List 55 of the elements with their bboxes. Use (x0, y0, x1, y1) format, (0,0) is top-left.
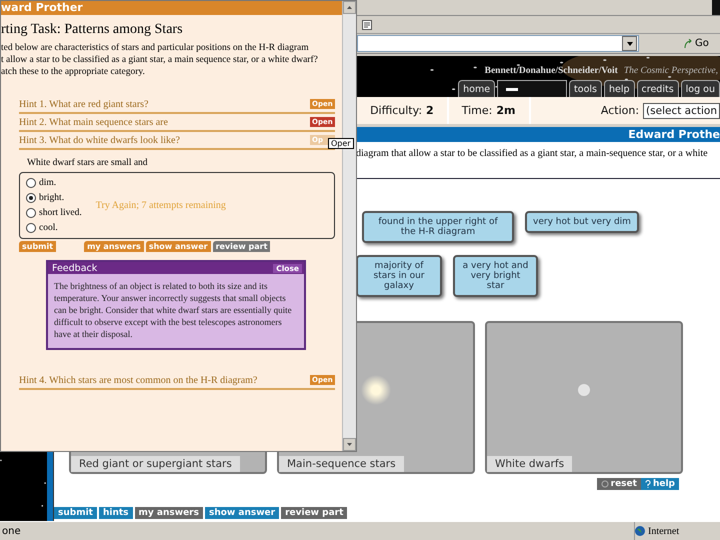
status-text: one (1, 526, 22, 536)
answer-card[interactable]: found in the upper right of the H-R diagram (362, 211, 514, 243)
hint-link[interactable]: Hint 1. What are red giant stars? (19, 98, 148, 110)
intro-text: atch these to the appropriate category. (1, 66, 146, 78)
help-icon (644, 480, 651, 488)
bin-label: Red giant or supergiant stars (71, 456, 240, 472)
window-edge (712, 0, 720, 15)
action-button[interactable]: submit (54, 507, 97, 519)
category-bin[interactable]: White dwarfs (485, 321, 683, 474)
scroll-up-button[interactable] (343, 1, 356, 14)
radio-option[interactable]: short lived. (26, 206, 82, 220)
help-button[interactable]: help (640, 478, 679, 490)
intro-text: t allow a star to be classified as a giant star, a main sequence star, or a white dwarf? (1, 54, 319, 66)
nav-tab[interactable]: home (458, 80, 496, 97)
reset-button[interactable]: reset (596, 478, 641, 490)
address-field[interactable] (357, 35, 639, 52)
action-select[interactable]: (select action (643, 102, 720, 118)
bin-label: Main-sequence stars (279, 456, 404, 472)
action-label: Action: (600, 104, 640, 117)
up-arrow-icon (347, 6, 352, 9)
answer-card[interactable]: majority of stars in our galaxy (356, 255, 442, 297)
book-credit: Bennett/Donahue/Schneider/Voit The Cosmic Perspective, (484, 66, 719, 76)
document-icon[interactable] (362, 20, 372, 30)
bin-label: White dwarfs (487, 456, 572, 472)
tooltip: Oper (328, 138, 354, 149)
nav-tab[interactable]: credits (636, 80, 679, 97)
hint-link[interactable]: Hint 4. Which stars are most common on the H-R diagram? (19, 374, 258, 386)
go-button[interactable]: Go (683, 38, 709, 49)
radio-option[interactable]: bright. (26, 191, 82, 205)
dropdown-button[interactable] (622, 36, 637, 51)
action-button[interactable]: show answer (204, 507, 280, 519)
time-label: Time: 2m (448, 97, 531, 124)
task-heading: rting Task: Patterns among Stars (1, 22, 184, 38)
menu-tab[interactable] (497, 80, 568, 97)
nav-tab[interactable]: log ou (680, 80, 720, 97)
down-arrow-icon (347, 443, 352, 446)
nav-tab[interactable]: help (604, 80, 635, 97)
feedback-title: Feedback (52, 262, 98, 274)
arrow-icon (683, 38, 693, 48)
reset-icon (600, 480, 609, 488)
attempts-message: Try Again; 7 attempts remaining (96, 200, 226, 211)
answer-card[interactable]: very hot but very dim (525, 211, 639, 233)
dash-icon (506, 88, 518, 90)
window-title: ward Prother (1, 1, 342, 15)
caret-icon (626, 42, 632, 46)
scroll-down-button[interactable] (343, 438, 356, 451)
radio-option[interactable]: dim. (26, 176, 82, 190)
answer-card[interactable]: a very hot and very bright star (453, 255, 538, 297)
intro-text: ted below are characteristics of stars and particular positions on the H-R diagram (1, 42, 310, 54)
radio-option[interactable]: cool. (26, 221, 82, 235)
nav-tab[interactable]: tools (569, 80, 602, 97)
action-button[interactable]: hints (98, 507, 133, 519)
zone-label: Internet (634, 522, 720, 540)
globe-icon (635, 526, 645, 536)
hint-link[interactable]: Hint 2. What main sequence stars are (19, 116, 168, 128)
